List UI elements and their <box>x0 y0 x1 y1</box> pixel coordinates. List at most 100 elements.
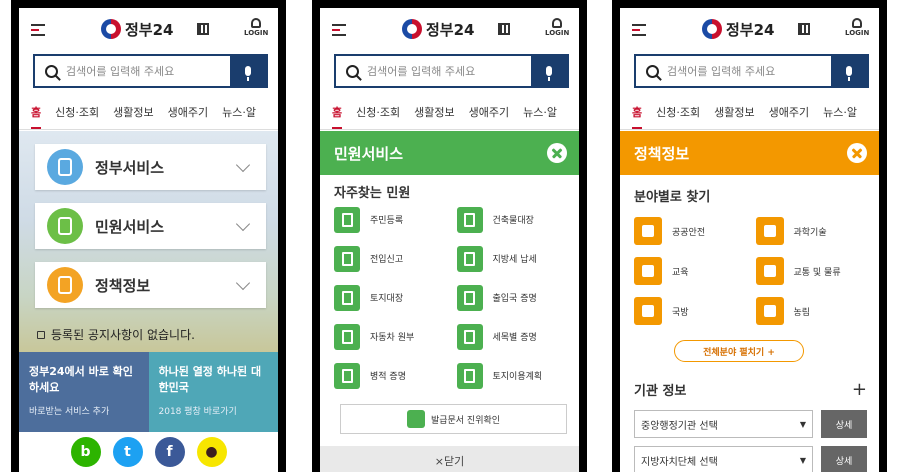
promo-sub: 2018 평창 바로가기 <box>158 407 237 417</box>
tab-apply[interactable]: 신청·조회 <box>656 100 700 129</box>
field-item[interactable]: 공공안전 <box>634 216 746 246</box>
notice-bar[interactable]: 등록된 공지사항이 없습니다. <box>37 326 270 343</box>
tab-apply[interactable]: 신청·조회 <box>55 100 99 129</box>
panel-header: 민원서비스 <box>320 131 579 175</box>
chevron-down-icon <box>235 275 251 291</box>
service-item[interactable]: 전입신고 <box>334 245 451 272</box>
tab-life-cycle[interactable]: 생애주기 <box>469 100 509 129</box>
select-label: 중앙행정기관 선택 <box>641 420 718 432</box>
menu-icon[interactable] <box>332 24 346 36</box>
tab-bar: 홈 신청·조회 생활정보 생애주기 뉴스·알 <box>320 100 579 130</box>
service-item[interactable]: 세목별 증명 <box>456 323 574 350</box>
central-agency-row: 중앙행정기관 선택 ▼ 상세 <box>634 410 867 438</box>
voice-search-button[interactable] <box>230 56 266 86</box>
service-label: 토지대장 <box>370 294 404 304</box>
twitter-icon[interactable]: t <box>112 437 143 467</box>
service-label: 출입국 증명 <box>492 294 537 304</box>
civil-service-card[interactable]: 민원서비스 <box>35 203 266 249</box>
qr-code-icon[interactable] <box>197 23 209 35</box>
tab-life-cycle[interactable]: 생애주기 <box>168 100 208 129</box>
search-input[interactable]: 검색어를 입력해 주세요 <box>66 63 230 79</box>
policy-info-card[interactable]: 정책정보 <box>35 262 266 308</box>
caret-down-icon: ▼ <box>799 419 806 429</box>
detail-button[interactable]: 상세 <box>821 410 867 438</box>
tab-home[interactable]: 홈 <box>332 100 343 129</box>
panel-title: 민원서비스 <box>334 144 404 163</box>
hand-touch-icon <box>47 149 83 185</box>
search-bar[interactable]: 검색어를 입력해 주세요 <box>33 54 268 88</box>
field-label: 농림 <box>793 307 811 318</box>
document-verify-button[interactable]: 발급문서 진위확인 <box>340 404 567 434</box>
close-icon[interactable] <box>847 143 867 163</box>
field-item[interactable]: 국방 <box>634 296 746 326</box>
band-icon[interactable]: b <box>70 437 101 467</box>
field-item[interactable]: 교육 <box>634 256 746 286</box>
tab-news[interactable]: 뉴스·알 <box>222 100 256 129</box>
logo[interactable]: 정부24 <box>702 18 774 40</box>
field-item[interactable]: 농림 <box>755 296 868 326</box>
menu-icon[interactable] <box>632 24 646 36</box>
search-input[interactable]: 검색어를 입력해 주세요 <box>367 63 531 79</box>
promo-banner-gov24[interactable]: 정부24에서 바로 확인하세요 바로받는 서비스 추가 <box>19 352 149 432</box>
voice-search-button[interactable] <box>831 56 867 86</box>
logo-text: 정부24 <box>726 20 775 39</box>
tab-news[interactable]: 뉴스·알 <box>823 100 857 129</box>
service-label: 지방세 납세 <box>492 255 537 265</box>
tab-news[interactable]: 뉴스·알 <box>523 100 557 129</box>
login-button[interactable]: LOGIN <box>545 18 569 37</box>
panel-header: 정책정보 <box>620 131 879 175</box>
tab-home[interactable]: 홈 <box>632 100 643 129</box>
org-section-title: 기관 정보 <box>634 384 687 399</box>
tab-life-info[interactable]: 생활정보 <box>414 100 454 129</box>
qr-code-icon[interactable] <box>498 23 510 35</box>
plus-icon[interactable]: + <box>852 379 867 400</box>
phone-screen-home: 정부24 LOGIN 검색어를 입력해 주세요 홈 신청·조회 생활정보 생애주… <box>11 0 286 472</box>
local-gov-select[interactable]: 지방자치단체 선택 ▼ <box>634 446 813 472</box>
login-button[interactable]: LOGIN <box>244 18 268 37</box>
search-icon <box>646 64 659 78</box>
tab-life-info[interactable]: 생활정보 <box>714 100 754 129</box>
login-button[interactable]: LOGIN <box>845 18 869 37</box>
login-label: LOGIN <box>244 29 269 37</box>
logo[interactable]: 정부24 <box>101 18 173 40</box>
gov-service-card[interactable]: 정부서비스 <box>35 144 266 190</box>
facebook-icon[interactable]: f <box>154 437 185 467</box>
tab-life-info[interactable]: 생활정보 <box>113 100 153 129</box>
select-label: 지방자치단체 선택 <box>641 456 718 468</box>
truck-icon <box>755 257 784 285</box>
tab-apply[interactable]: 신청·조회 <box>356 100 400 129</box>
logo[interactable]: 정부24 <box>402 18 474 40</box>
military-icon <box>334 362 360 389</box>
service-item[interactable]: 출입국 증명 <box>456 284 574 311</box>
tab-life-cycle[interactable]: 생애주기 <box>769 100 809 129</box>
search-input[interactable]: 검색어를 입력해 주세요 <box>667 63 831 79</box>
social-share-bar: b t f ● <box>19 432 278 472</box>
service-item[interactable]: 토지이용계획 <box>456 362 574 389</box>
header: 정부24 LOGIN <box>620 8 879 50</box>
service-item[interactable]: 주민등록 <box>334 206 451 233</box>
promo-banner-pyeongchang[interactable]: 하나된 열정 하나된 대한민국 2018 평창 바로가기 <box>148 352 278 432</box>
service-item[interactable]: 토지대장 <box>334 284 451 311</box>
qr-code-icon[interactable] <box>798 23 810 35</box>
close-icon[interactable] <box>547 143 567 163</box>
service-item[interactable]: 건축물대장 <box>456 206 574 233</box>
detail-button[interactable]: 상세 <box>821 446 867 472</box>
close-panel-button[interactable]: ×닫기 <box>320 446 579 472</box>
expand-all-fields-button[interactable]: 전체분야 펼치기 + <box>674 340 804 362</box>
search-icon <box>346 64 359 78</box>
phone-ring-icon <box>47 267 83 303</box>
voice-search-button[interactable] <box>531 56 567 86</box>
field-item[interactable]: 과학기술 <box>755 216 868 246</box>
menu-icon[interactable] <box>31 24 45 36</box>
kakaotalk-icon[interactable]: ● <box>196 437 227 467</box>
promo-title: 하나된 열정 하나된 대한민국 <box>158 365 262 394</box>
field-item[interactable]: 교통 및 물류 <box>755 256 868 286</box>
search-bar[interactable]: 검색어를 입력해 주세요 <box>634 54 869 88</box>
service-item[interactable]: 자동차 원부 <box>334 323 451 350</box>
search-bar[interactable]: 검색어를 입력해 주세요 <box>334 54 569 88</box>
central-agency-select[interactable]: 중앙행정기관 선택 ▼ <box>634 410 813 438</box>
tab-home[interactable]: 홈 <box>31 100 42 129</box>
chevron-down-icon <box>235 157 251 173</box>
service-item[interactable]: 지방세 납세 <box>456 245 574 272</box>
service-item[interactable]: 병적 증명 <box>334 362 451 389</box>
